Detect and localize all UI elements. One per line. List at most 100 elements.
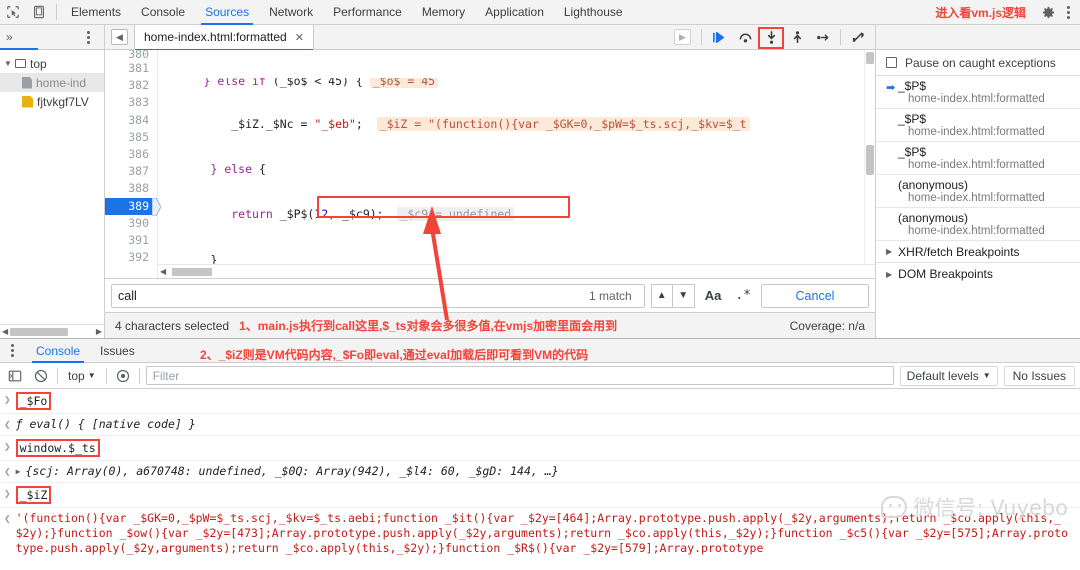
- call-stack-frame-name: _$P$: [898, 145, 927, 159]
- chevron-up-icon: ▲: [656, 290, 667, 301]
- call-stack-frame-name: _$P$: [898, 112, 927, 126]
- drawer-tab-console[interactable]: Console: [26, 339, 90, 363]
- cancel-button[interactable]: Cancel: [761, 283, 869, 308]
- call-stack-frame[interactable]: ➡ _$P$ home-index.html:formatted: [876, 76, 1080, 109]
- line-number: 391: [128, 232, 149, 247]
- search-prev-button[interactable]: ▲: [650, 283, 673, 308]
- tree-node-folder[interactable]: fjtvkgf7LV: [0, 92, 104, 111]
- scroll-right-icon[interactable]: ▶: [94, 327, 104, 336]
- scroll-left-icon[interactable]: ◀: [0, 327, 10, 336]
- call-stack-frame-location: home-index.html:formatted: [908, 225, 1045, 237]
- code-vertical-scrollbar[interactable]: [864, 50, 875, 264]
- navigator-more-icon[interactable]: [80, 30, 96, 44]
- scrollbar-thumb[interactable]: [10, 327, 69, 336]
- call-stack-frame[interactable]: _$P$ home-index.html:formatted: [876, 142, 1080, 175]
- call-stack-frame[interactable]: (anonymous) home-index.html:formatted: [876, 208, 1080, 241]
- inspect-element-icon[interactable]: [0, 0, 26, 25]
- tree-node-label: top: [30, 56, 47, 71]
- tab-elements[interactable]: Elements: [61, 0, 131, 25]
- line-number: 382: [128, 78, 149, 93]
- annotation-line-2: 2、_$iZ则是VM代码内容,_$Fo即eval,通过eval加载后即可看到VM…: [200, 348, 589, 362]
- scrollbar-thumb[interactable]: [866, 145, 874, 175]
- scroll-up-thumb[interactable]: [866, 52, 874, 64]
- call-stack-frame[interactable]: _$P$ home-index.html:formatted: [876, 109, 1080, 142]
- navigator-tree: ▼ top home-ind fjtvkgf7LV: [0, 50, 104, 111]
- match-case-button[interactable]: Aa: [701, 288, 726, 303]
- tab-performance[interactable]: Performance: [323, 0, 412, 25]
- tree-node-home-index[interactable]: home-ind: [0, 73, 104, 92]
- console-toolbar: top ▼ Filter Default levels ▼ No Issues: [0, 363, 1080, 389]
- annotation-enter-vmjs: 进入看vm.js逻辑: [935, 5, 1026, 20]
- tab-network[interactable]: Network: [259, 0, 323, 25]
- regex-button[interactable]: .*: [731, 288, 755, 303]
- search-match-count: 1 match: [589, 288, 632, 303]
- call-stack-frame[interactable]: (anonymous) home-index.html:formatted: [876, 175, 1080, 208]
- deactivate-breakpoints-icon[interactable]: [845, 25, 871, 50]
- search-input[interactable]: call 1 match: [111, 283, 645, 308]
- tree-node-label: home-ind: [36, 75, 87, 90]
- navigator-hscrollbar[interactable]: ◀ ▶: [0, 324, 104, 338]
- code-lines[interactable]: } else if (_$o$ < 45) { _$o$ = 45 _$iZ._…: [158, 50, 875, 278]
- no-issues-badge[interactable]: No Issues: [1003, 365, 1075, 386]
- console-sidebar-icon[interactable]: [5, 366, 25, 386]
- code-horizontal-scrollbar[interactable]: ◀: [158, 264, 875, 278]
- step-into-next-function-call-icon[interactable]: [758, 25, 784, 50]
- more-options-icon[interactable]: [1060, 5, 1076, 19]
- editor-status-bar: 4 characters selected 1、main.js执行到call这里…: [105, 312, 875, 338]
- code-line: return _$P$(12, _$c9); _$c9 = undefined: [158, 206, 875, 223]
- debugger-sidebar-header: [876, 25, 1080, 50]
- tab-console[interactable]: Console: [131, 0, 195, 25]
- device-toolbar-icon[interactable]: [26, 0, 52, 25]
- pause-on-caught-exceptions-label: Pause on caught exceptions: [905, 55, 1056, 70]
- console-input-expression: window.$_ts: [15, 439, 100, 457]
- input-prompt-icon: ❯: [4, 487, 11, 500]
- tab-sources[interactable]: Sources: [195, 0, 259, 25]
- step-icon[interactable]: [810, 25, 836, 50]
- expand-object-icon[interactable]: ▶: [16, 464, 21, 479]
- search-next-button[interactable]: ▼: [672, 283, 695, 308]
- scrollbar-thumb[interactable]: [172, 267, 213, 276]
- line-number: 390: [128, 215, 149, 230]
- console-output-row: ❮ ▶ {scj: Array(0), a670748: undefined, …: [0, 461, 1080, 483]
- call-stack-frame-location: home-index.html:formatted: [908, 192, 1045, 204]
- drawer-more-icon[interactable]: [4, 344, 20, 357]
- close-icon[interactable]: ✕: [295, 31, 304, 44]
- console-output-value: ƒ eval() { [native code] }: [15, 417, 196, 431]
- console-input-row[interactable]: ❯ window.$_ts: [0, 436, 1080, 461]
- previous-file-button[interactable]: ◀: [111, 29, 128, 45]
- console-output-row: ❮ ƒ eval() { [native code] }: [0, 414, 1080, 436]
- output-prompt-icon: ❮: [4, 512, 11, 525]
- console-output-value[interactable]: {scj: Array(0), a670748: undefined, _$0Q…: [25, 464, 558, 478]
- section-xhr-fetch-breakpoints[interactable]: ▶ XHR/fetch Breakpoints: [876, 241, 1080, 263]
- code-editor[interactable]: 380 381 382 383 384 385 386 387 388 389 …: [105, 50, 875, 278]
- console-input-row[interactable]: ❯ _$iZ: [0, 483, 1080, 508]
- section-dom-breakpoints[interactable]: ▶ DOM Breakpoints: [876, 263, 1080, 285]
- tab-lighthouse[interactable]: Lighthouse: [554, 0, 633, 25]
- log-levels-dropdown[interactable]: Default levels ▼: [899, 365, 998, 386]
- next-file-button[interactable]: ▶: [674, 29, 691, 45]
- resume-script-execution-icon[interactable]: [706, 25, 732, 50]
- gear-icon[interactable]: [1036, 5, 1060, 20]
- pause-on-caught-exceptions-checkbox[interactable]: [886, 57, 897, 68]
- editor-tab-home-index[interactable]: home-index.html:formatted ✕: [134, 24, 314, 51]
- live-expression-icon[interactable]: [113, 366, 133, 386]
- chevron-down-icon: ▼: [678, 290, 689, 301]
- toolbar-divider: [57, 367, 58, 384]
- toolbar-divider: [138, 367, 140, 384]
- log-levels-label: Default levels: [906, 368, 979, 383]
- console-filter-input[interactable]: Filter: [145, 366, 894, 385]
- tab-application[interactable]: Application: [475, 0, 554, 25]
- more-tabs-icon[interactable]: »: [0, 30, 19, 44]
- execution-context-selector[interactable]: top ▼: [64, 369, 100, 383]
- step-over-next-function-call-icon[interactable]: [732, 25, 758, 50]
- pause-on-caught-exceptions-row[interactable]: Pause on caught exceptions: [876, 50, 1080, 76]
- line-number: 388: [128, 181, 149, 196]
- tab-memory[interactable]: Memory: [412, 0, 475, 25]
- scroll-left-icon[interactable]: ◀: [158, 267, 168, 276]
- console-input-row[interactable]: ❯ _$Fo: [0, 389, 1080, 414]
- drawer-tab-issues[interactable]: Issues: [90, 339, 145, 363]
- line-number: 380: [128, 50, 149, 60]
- clear-console-icon[interactable]: [31, 366, 51, 386]
- tree-node-top[interactable]: ▼ top: [0, 54, 104, 73]
- step-out-of-current-function-icon[interactable]: [784, 25, 810, 50]
